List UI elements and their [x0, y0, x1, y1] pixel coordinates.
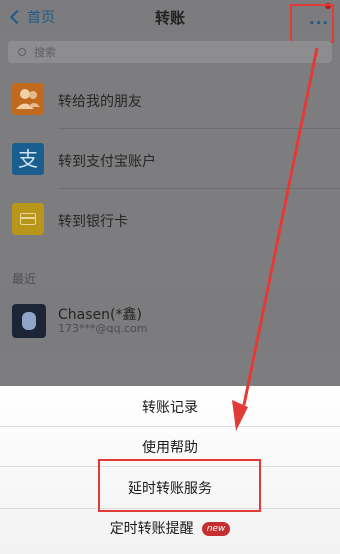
search-bar[interactable]: 搜索: [8, 41, 332, 63]
bank-card-icon: [12, 203, 44, 235]
sheet-item-scheduled-reminder[interactable]: 定时转账提醒 new: [0, 518, 340, 538]
highlight-box-more: [290, 4, 334, 43]
contact-name: Chasen(*鑫): [58, 307, 142, 323]
highlight-box-delayed-transfer: [98, 459, 261, 512]
divider: [58, 188, 340, 189]
nav-bar: 首页 转账: [0, 0, 340, 34]
search-placeholder: 搜索: [34, 46, 56, 59]
page-title: 转账: [154, 9, 185, 27]
sheet-item-help[interactable]: 使用帮助: [0, 437, 340, 457]
alipay-icon: 支: [12, 143, 44, 175]
sheet-item-transfer-records[interactable]: 转账记录: [0, 397, 340, 417]
option-label: 转给我的朋友: [58, 94, 142, 110]
sheet-item-label: 定时转账提醒: [109, 521, 194, 537]
divider: [58, 128, 340, 129]
recent-contact-row[interactable]: Chasen(*鑫) 173***@qq.com: [0, 290, 340, 352]
contact-account: 173***@qq.com: [58, 322, 148, 335]
section-title-recent: 最近: [12, 272, 37, 286]
new-badge: new: [201, 522, 231, 536]
option-label: 转到银行卡: [58, 214, 128, 230]
option-transfer-alipay[interactable]: 支 转到支付宝账户: [0, 130, 340, 189]
option-transfer-bank-card[interactable]: 转到银行卡: [0, 190, 340, 249]
divider: [0, 426, 340, 427]
option-transfer-friend[interactable]: 转给我的朋友: [0, 70, 340, 129]
avatar: [12, 304, 46, 338]
option-label: 转到支付宝账户: [58, 154, 156, 170]
friends-icon: [12, 83, 44, 115]
search-icon: [18, 48, 26, 56]
